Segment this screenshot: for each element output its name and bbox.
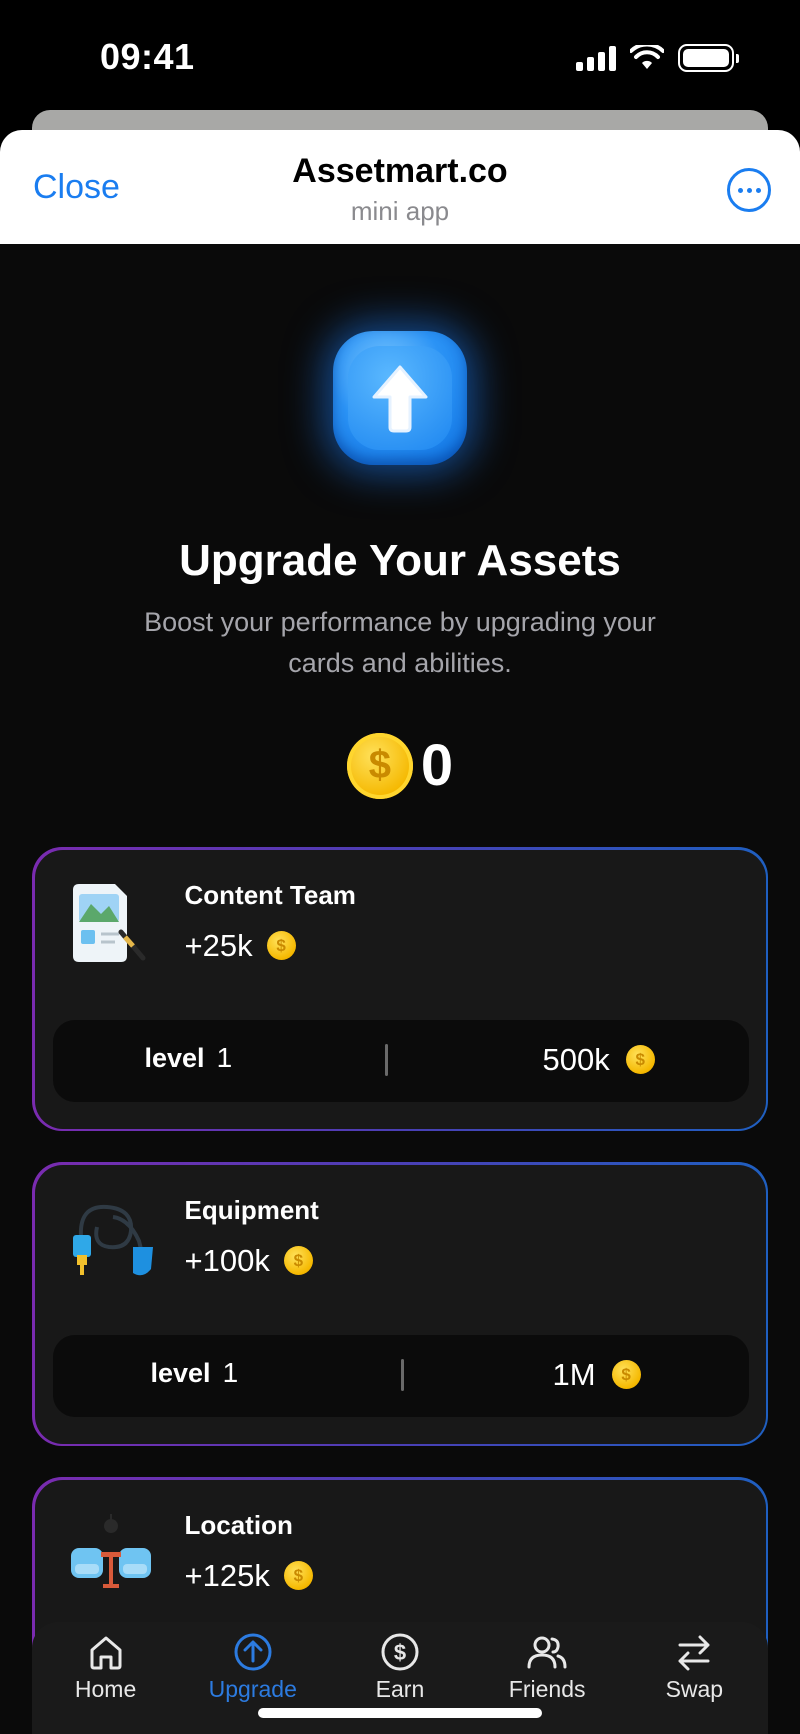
card-title: Content Team (184, 879, 356, 910)
friends-icon (527, 1636, 567, 1669)
svg-text:$: $ (394, 1640, 406, 1665)
coin-icon: $ (346, 732, 413, 799)
upgrade-card-equipment[interactable]: Equipment +100k $ level 1 1M $ (32, 1162, 768, 1446)
upgrade-card-content-team[interactable]: Content Team +25k $ level 1 500k $ (32, 847, 768, 1131)
card-profit: +25k $ (185, 928, 296, 964)
card-price: 1M $ (553, 1357, 641, 1393)
price-value: 1M (552, 1356, 596, 1392)
card-title: Location (184, 1509, 293, 1540)
level-value: 1 (222, 1356, 239, 1388)
main-content: Upgrade Your Assets Boost your performan… (0, 244, 800, 1734)
more-icon (737, 187, 743, 193)
nav-home[interactable]: Home (41, 1630, 171, 1734)
nav-friends[interactable]: Friends (482, 1630, 612, 1734)
profit-value: +125k (184, 1557, 270, 1593)
upgrade-icon (234, 1633, 272, 1671)
wifi-icon (630, 45, 664, 69)
home-indicator[interactable] (258, 1708, 542, 1718)
divider (384, 1043, 388, 1076)
page-description: Boost your performance by upgrading your… (144, 607, 656, 678)
coin-icon: $ (611, 1360, 641, 1389)
content-team-icon (69, 882, 145, 966)
level-label: level (150, 1357, 211, 1388)
upgrade-button[interactable]: level 1 1M $ (52, 1334, 749, 1417)
nav-label: Swap (665, 1676, 724, 1702)
app-title: Assetmart.co (292, 152, 508, 190)
card-level: level 1 (151, 1357, 239, 1389)
nav-upgrade[interactable]: Upgrade (188, 1630, 318, 1734)
app-subtitle: mini app (350, 196, 450, 226)
nav-label: Home (74, 1676, 137, 1702)
card-profit: +100k $ (185, 1243, 313, 1279)
status-bar: 09:41 (0, 0, 800, 110)
nav-label: Friends (508, 1676, 586, 1702)
home-icon (90, 1636, 122, 1670)
divider (400, 1358, 404, 1391)
coin-balance: $ 0 (0, 732, 800, 799)
coin-icon: $ (283, 1561, 313, 1590)
upgrade-arrow-icon (333, 331, 467, 465)
location-icon (69, 1512, 151, 1596)
screen: 09:41 Close Assetmart.co mini app Upgrad… (0, 0, 800, 1734)
profit-value: +100k (184, 1242, 270, 1278)
more-options-button[interactable] (727, 168, 771, 212)
equipment-icon (69, 1197, 153, 1281)
coin-icon: $ (625, 1045, 655, 1074)
card-title: Equipment (184, 1194, 319, 1225)
card-level: level 1 (145, 1042, 233, 1074)
level-value: 1 (216, 1041, 233, 1073)
price-value: 500k (542, 1041, 610, 1077)
balance-value: 0 (420, 733, 454, 798)
coin-icon: $ (266, 931, 296, 960)
upgrade-button[interactable]: level 1 500k $ (52, 1019, 749, 1102)
coin-icon: $ (283, 1246, 313, 1275)
level-label: level (144, 1042, 205, 1073)
card-price: 500k $ (543, 1042, 655, 1078)
page-title: Upgrade Your Assets (179, 536, 621, 585)
nav-label: Upgrade (208, 1676, 297, 1702)
profit-value: +25k (184, 927, 253, 963)
status-icons (576, 44, 739, 72)
battery-icon (678, 44, 739, 72)
card-profit: +125k $ (185, 1558, 313, 1594)
dollar-icon: $ (381, 1633, 419, 1671)
app-header: Close Assetmart.co mini app (0, 130, 800, 244)
cellular-signal-icon (576, 45, 616, 71)
nav-earn[interactable]: $ Earn (335, 1630, 465, 1734)
status-time: 09:41 (100, 36, 195, 77)
nav-swap[interactable]: Swap (629, 1630, 759, 1734)
nav-label: Earn (375, 1676, 425, 1702)
swap-icon (678, 1635, 710, 1671)
